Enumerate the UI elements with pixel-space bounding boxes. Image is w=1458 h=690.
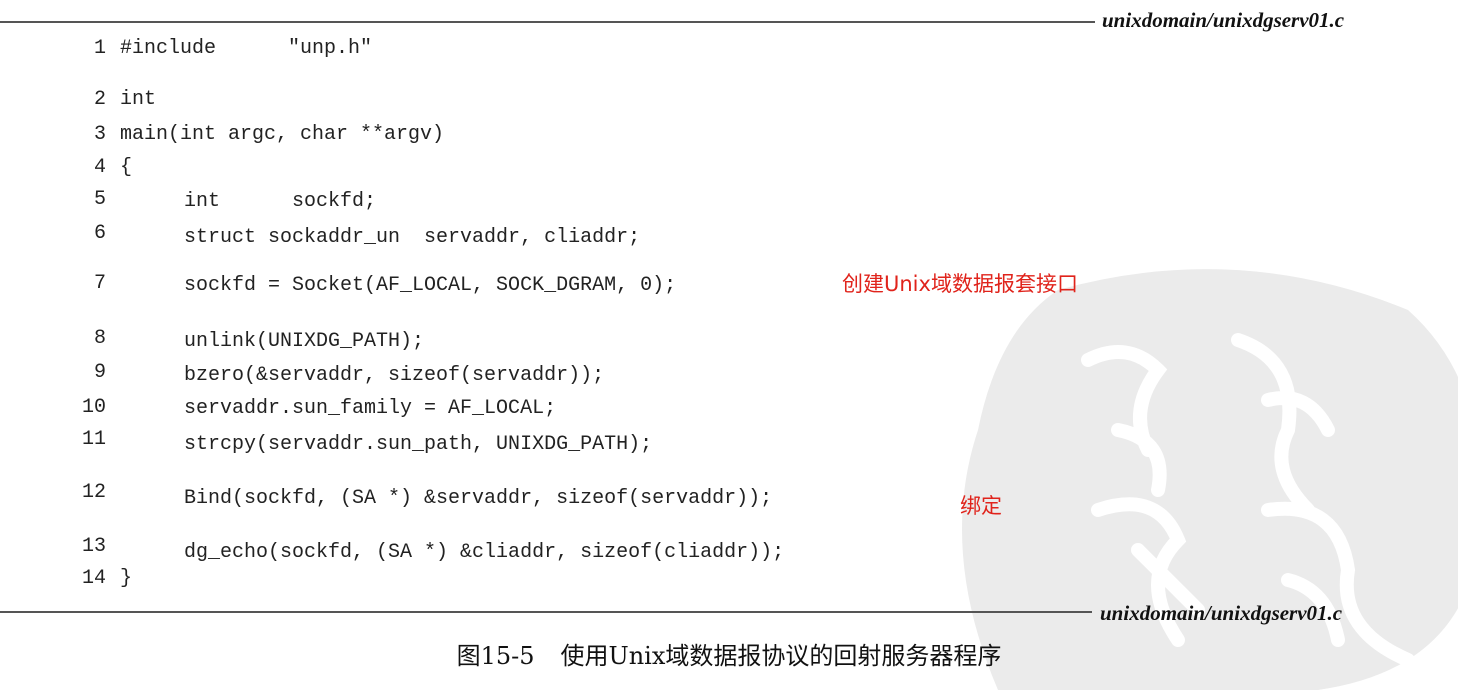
- line-number: 9: [93, 361, 106, 384]
- line-number: 12: [81, 481, 106, 504]
- line-number: 6: [93, 222, 106, 245]
- code-line: int: [120, 88, 157, 111]
- figure-number: 图15-5: [456, 642, 535, 670]
- annotation-bind: 绑定: [960, 494, 1002, 518]
- code-line: int sockfd;: [136, 190, 377, 213]
- line-number: 4: [93, 156, 106, 179]
- code-line: }: [120, 567, 133, 590]
- line-number: 14: [81, 567, 106, 590]
- code-line: #include "unp.h": [120, 37, 373, 60]
- annotation-socket: 创建Unix域数据报套接口: [842, 272, 1078, 296]
- code-line: bzero(&servaddr, sizeof(servaddr));: [136, 364, 605, 387]
- code-line: main(int argc, char **argv): [120, 123, 445, 146]
- code-line: dg_echo(sockfd, (SA *) &cliaddr, sizeof(…: [136, 541, 785, 564]
- line-number: 13: [81, 535, 106, 558]
- header-filename: unixdomain/unixdgserv01.c: [1102, 8, 1345, 32]
- line-number: 8: [93, 327, 106, 350]
- line-number: 5: [93, 188, 106, 211]
- line-number: 7: [93, 272, 106, 295]
- bottom-rule: [0, 611, 1092, 613]
- line-number: 11: [81, 428, 106, 451]
- code-line: strcpy(servaddr.sun_path, UNIXDG_PATH);: [136, 433, 653, 456]
- top-rule: [0, 21, 1095, 23]
- figure-caption: 图15-5 使用Unix域数据报协议的回射服务器程序: [0, 636, 1458, 671]
- line-number: 1: [93, 37, 106, 60]
- code-line: struct sockaddr_un servaddr, cliaddr;: [136, 226, 641, 249]
- line-number: 3: [93, 123, 106, 146]
- code-line: servaddr.sun_family = AF_LOCAL;: [136, 397, 557, 420]
- code-line: {: [120, 156, 133, 179]
- figure-title: 使用Unix域数据报协议的回射服务器程序: [560, 642, 1002, 670]
- line-number: 10: [81, 396, 106, 419]
- code-line: sockfd = Socket(AF_LOCAL, SOCK_DGRAM, 0)…: [136, 274, 677, 297]
- code-line: unlink(UNIXDG_PATH);: [136, 330, 425, 353]
- line-number: 2: [93, 88, 106, 111]
- code-line: Bind(sockfd, (SA *) &servaddr, sizeof(se…: [136, 487, 773, 510]
- footer-filename: unixdomain/unixdgserv01.c: [1100, 601, 1343, 625]
